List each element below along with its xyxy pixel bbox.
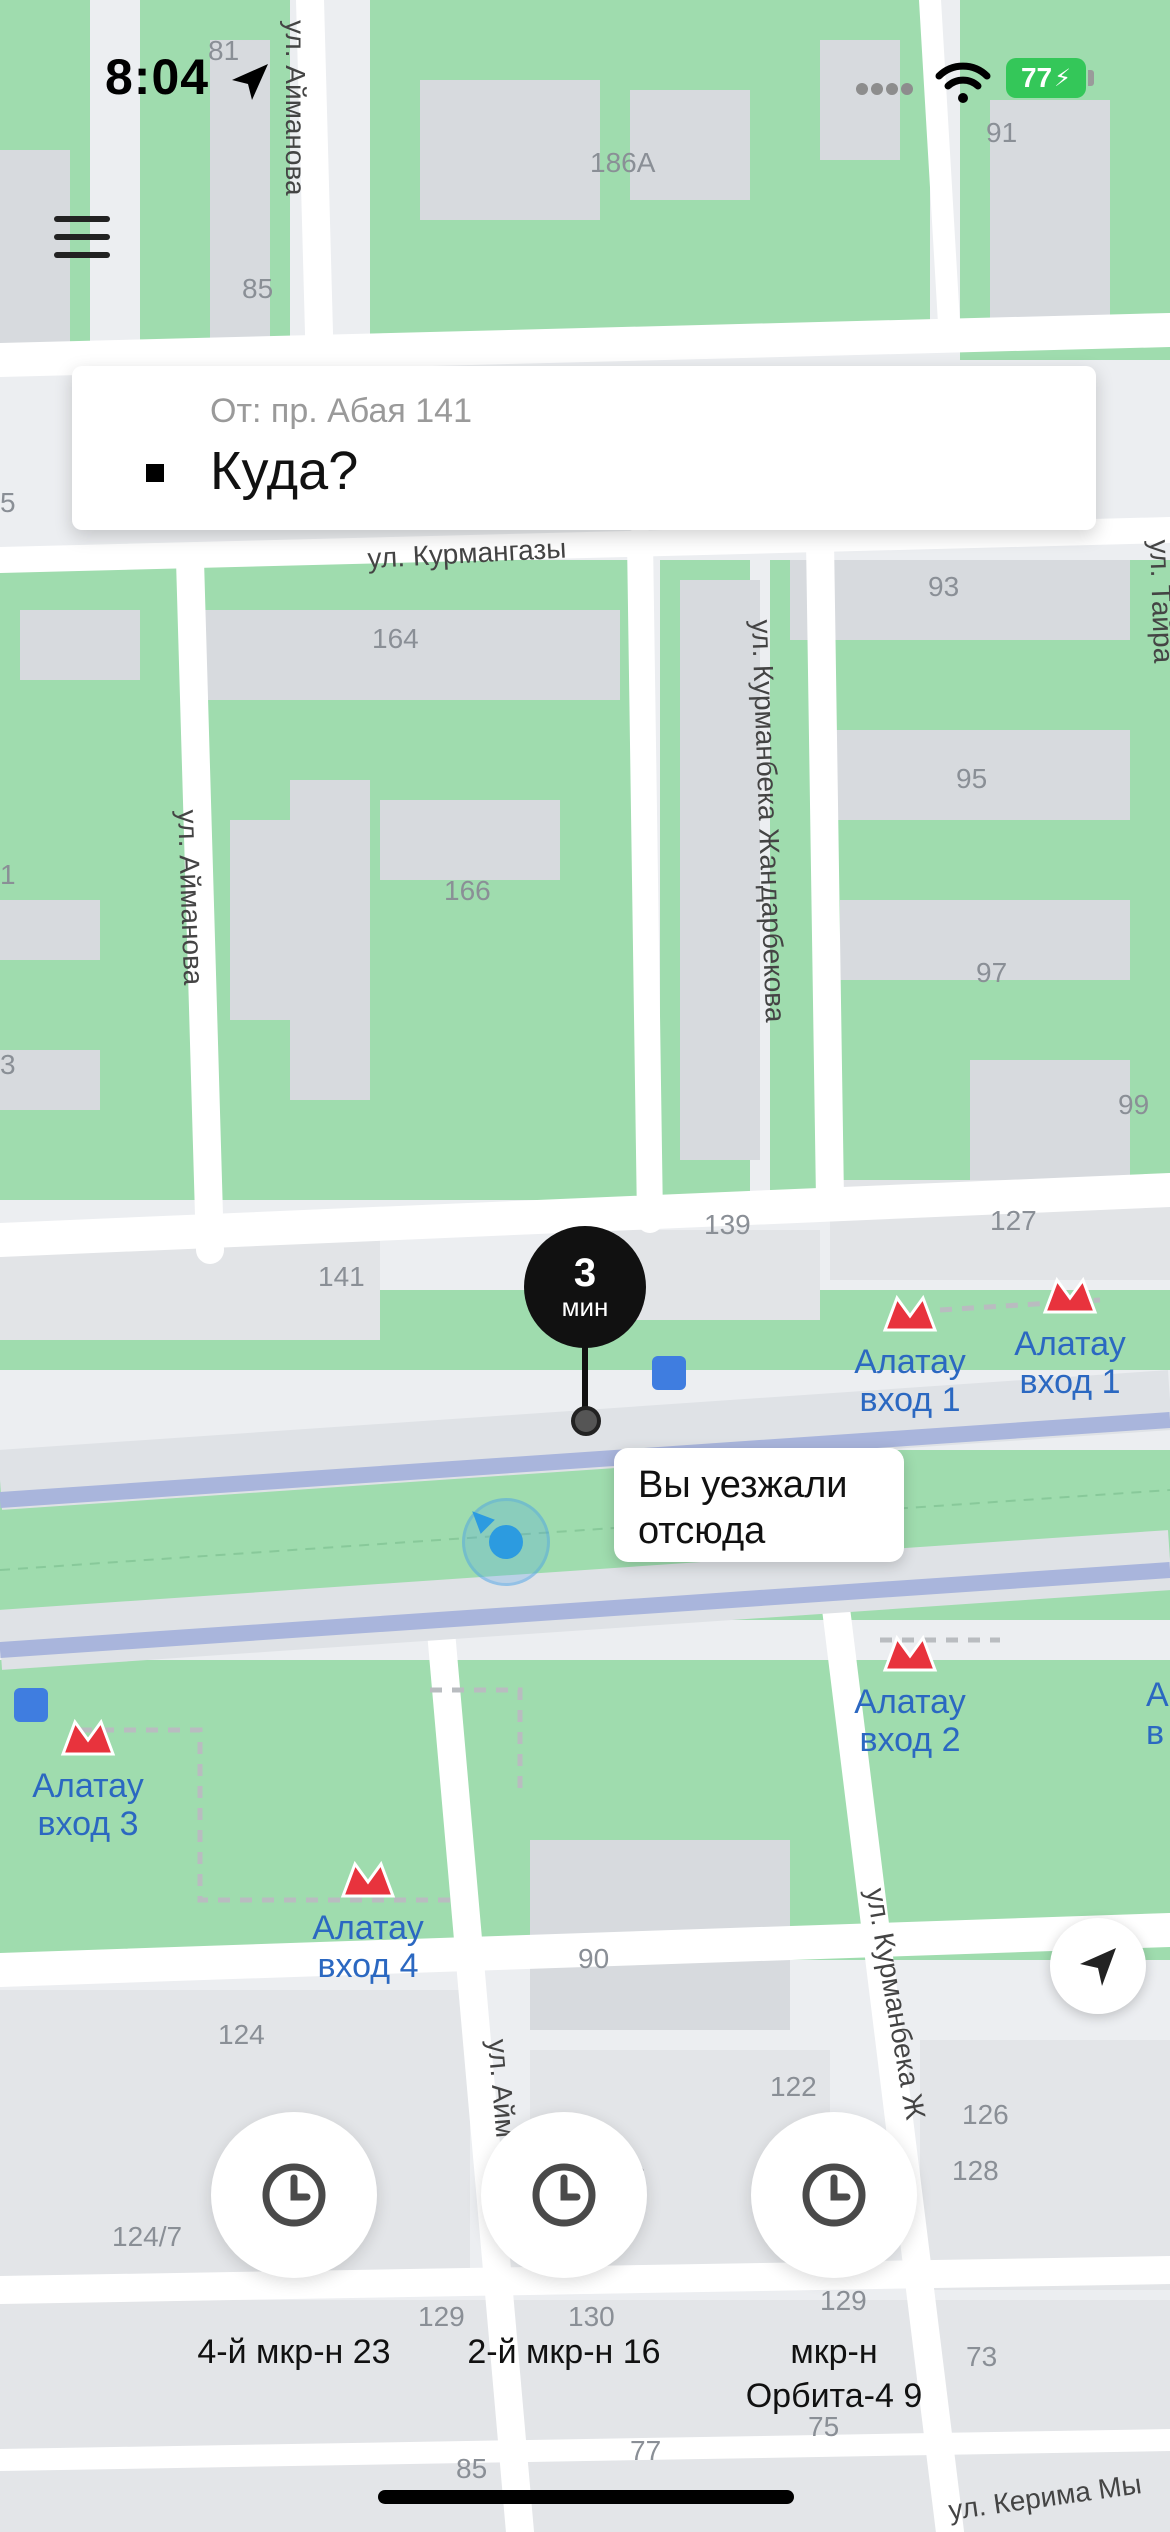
recent-destination-button[interactable] xyxy=(481,2112,647,2278)
hamburger-icon xyxy=(54,216,110,222)
metro-name: Алатау xyxy=(32,1767,144,1805)
destination-input[interactable]: Куда? xyxy=(210,440,358,502)
metro-name: Алатау xyxy=(854,1343,966,1381)
svg-text:141: 141 xyxy=(318,1261,365,1292)
svg-text:126: 126 xyxy=(962,2099,1009,2130)
cellular-signal-icon xyxy=(856,83,913,95)
svg-text:127: 127 xyxy=(990,1205,1037,1236)
destination-square-icon xyxy=(146,464,164,482)
svg-text:139: 139 xyxy=(704,1209,751,1240)
svg-text:90: 90 xyxy=(578,1943,609,1974)
svg-text:93: 93 xyxy=(928,571,959,602)
svg-text:85: 85 xyxy=(456,2453,487,2484)
metro-station[interactable]: Алатау вход 4 xyxy=(298,1856,438,1985)
svg-text:164: 164 xyxy=(372,623,419,654)
tooltip-line: Вы уезжали xyxy=(638,1464,848,1506)
metro-entrance: вход 2 xyxy=(859,1721,961,1759)
svg-text:124: 124 xyxy=(218,2019,265,2050)
svg-text:166: 166 xyxy=(444,875,491,906)
charging-bolt-icon: ⚡ xyxy=(1054,64,1071,92)
svg-text:99: 99 xyxy=(1118,1089,1149,1120)
street-label: ул. Айманова xyxy=(280,20,311,196)
metro-icon xyxy=(340,1860,396,1898)
battery-indicator: 77 ⚡ xyxy=(1006,58,1086,98)
pickup-eta-pin[interactable]: 3 мин xyxy=(524,1226,646,1348)
metro-entrance: вход 1 xyxy=(859,1381,961,1419)
metro-station[interactable]: Алатау вход 1 xyxy=(1000,1272,1140,1401)
clock-icon xyxy=(262,2163,326,2227)
metro-icon xyxy=(1042,1276,1098,1314)
recent-destination-button[interactable] xyxy=(211,2112,377,2278)
svg-text:128: 128 xyxy=(952,2155,999,2186)
svg-text:73: 73 xyxy=(966,2341,997,2372)
battery-tip xyxy=(1088,70,1094,86)
metro-name: Алатау xyxy=(1014,1325,1126,1363)
home-indicator[interactable] xyxy=(378,2490,794,2504)
hamburger-icon-line xyxy=(54,252,110,258)
metro-station[interactable]: Алатау вход 1 xyxy=(840,1290,980,1419)
navigation-arrow-icon xyxy=(1080,1948,1116,1986)
metro-name: Алатау xyxy=(854,1683,966,1721)
metro-entrance: вход 4 xyxy=(317,1947,419,1985)
recent-destination-label[interactable]: мкр-н Орбита-4 9 xyxy=(699,2330,969,2418)
svg-text:129: 129 xyxy=(418,2301,465,2332)
svg-text:5: 5 xyxy=(0,487,16,518)
previous-pickup-tooltip[interactable]: Вы уезжали отсюда xyxy=(614,1448,904,1562)
battery-level: 77 xyxy=(1020,62,1053,93)
metro-entrance: вход 1 xyxy=(1019,1363,1121,1401)
metro-name: Алатау xyxy=(312,1909,424,1947)
svg-text:1: 1 xyxy=(0,859,16,890)
svg-text:186А: 186А xyxy=(590,147,656,178)
street-label: ул. Айманова xyxy=(172,809,209,986)
eta-minutes: 3 xyxy=(573,1251,597,1295)
metro-station[interactable]: Алатау вход 2 xyxy=(840,1630,980,1759)
clock-icon xyxy=(802,2163,866,2227)
hamburger-icon-line xyxy=(54,234,110,240)
pickup-address[interactable]: От: пр. Абая 141 xyxy=(210,392,472,431)
status-time: 8:04 xyxy=(105,49,210,105)
svg-text:130: 130 xyxy=(568,2301,615,2332)
recent-destination-label-line: Орбита-4 9 xyxy=(745,2377,923,2415)
svg-text:91: 91 xyxy=(986,117,1017,148)
metro-station[interactable]: А в xyxy=(1146,1676,1170,1752)
svg-text:77: 77 xyxy=(630,2435,661,2466)
pin-point xyxy=(571,1406,601,1436)
my-location-button[interactable] xyxy=(1050,1918,1146,2014)
metro-icon xyxy=(882,1634,938,1672)
wifi-icon xyxy=(935,62,991,103)
recent-destination-label[interactable]: 4-й мкр-н 23 xyxy=(159,2330,429,2374)
svg-text:124/7: 124/7 xyxy=(112,2221,182,2252)
svg-text:95: 95 xyxy=(956,763,987,794)
menu-button[interactable] xyxy=(50,210,118,270)
metro-station[interactable]: Алатау вход 3 xyxy=(18,1714,158,1843)
recent-destination-button[interactable] xyxy=(751,2112,917,2278)
location-services-icon xyxy=(232,64,268,100)
svg-text:97: 97 xyxy=(976,957,1007,988)
svg-text:129: 129 xyxy=(820,2285,867,2316)
metro-name: А xyxy=(1146,1676,1169,1714)
user-location-icon xyxy=(489,1525,523,1559)
tooltip-line: отсюда xyxy=(638,1510,766,1552)
metro-icon xyxy=(882,1294,938,1332)
svg-text:122: 122 xyxy=(770,2071,817,2102)
metro-entrance: вход 3 xyxy=(37,1805,139,1843)
street-label: ул. Тайра xyxy=(1144,539,1170,664)
metro-entrance: в xyxy=(1146,1714,1165,1752)
metro-icon xyxy=(60,1718,116,1756)
svg-text:85: 85 xyxy=(242,273,273,304)
clock-icon xyxy=(532,2163,596,2227)
recent-destination-label-line: мкр-н xyxy=(790,2333,878,2371)
svg-text:3: 3 xyxy=(0,1049,16,1080)
eta-unit: мин xyxy=(561,1292,609,1322)
recent-destination-label[interactable]: 2-й мкр-н 16 xyxy=(429,2330,699,2374)
